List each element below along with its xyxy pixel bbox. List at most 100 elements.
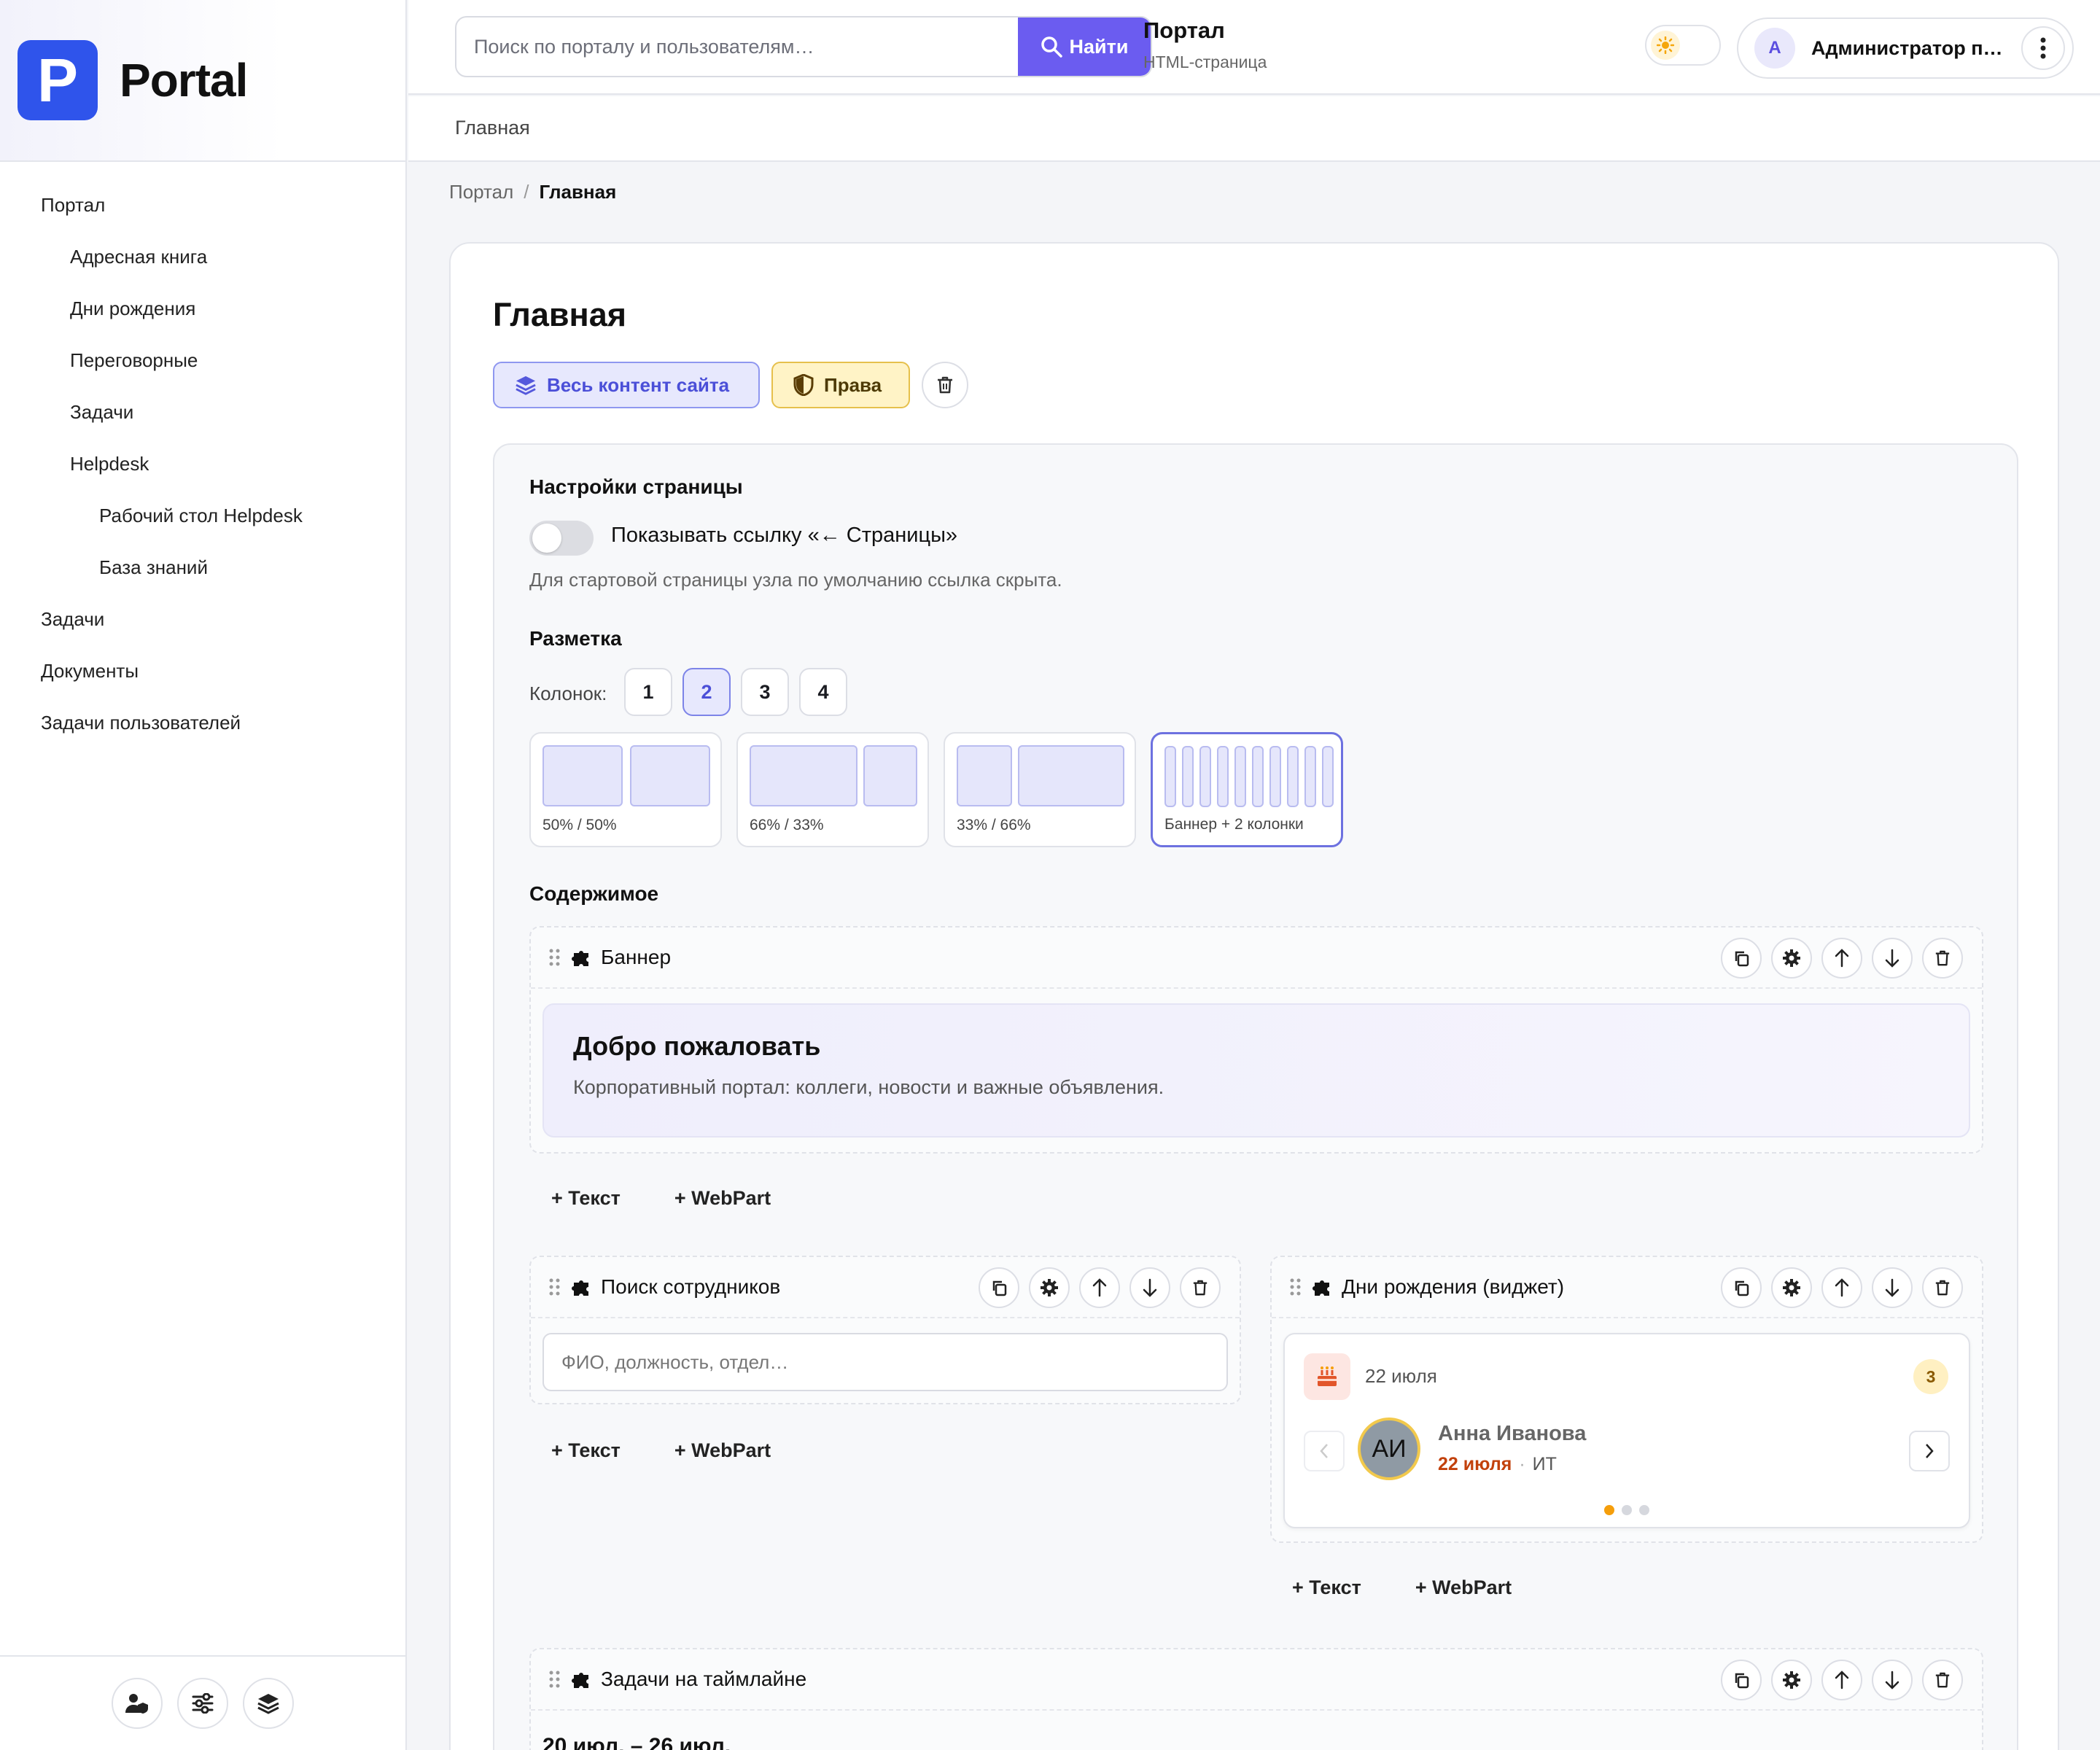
trash-icon (938, 376, 952, 394)
avatar: АИ (1358, 1418, 1420, 1480)
add-webpart-button[interactable]: + WebPart (674, 1187, 771, 1210)
webpart-banner: Баннер Добро пожаловать Корпоративный по… (529, 926, 1983, 1154)
layout-preset-banner-2-columns[interactable]: Баннер + 2 колонки (1151, 732, 1343, 847)
welcome-banner: Добро пожаловать Корпоративный портал: к… (542, 1003, 1970, 1138)
add-text-button[interactable]: + Текст (551, 1187, 621, 1210)
trash-icon[interactable] (1922, 1660, 1963, 1700)
drag-handle-icon[interactable] (1289, 1278, 1302, 1296)
columns-3-button[interactable]: 3 (741, 668, 789, 716)
copy-icon[interactable] (1721, 1660, 1762, 1700)
rights-button[interactable]: Права (771, 362, 910, 408)
tab-home[interactable]: Главная (455, 117, 530, 139)
webpart-employee-search: Поиск сотрудников (529, 1256, 1241, 1404)
arrow-down-icon[interactable] (1129, 1267, 1170, 1308)
gear-icon[interactable] (1771, 1660, 1812, 1700)
logo-text: Portal (120, 54, 248, 106)
arrow-up-icon[interactable] (1079, 1267, 1120, 1308)
employee-search-input[interactable] (542, 1333, 1228, 1391)
sidebar-item-helpdesk[interactable]: Helpdesk (0, 438, 405, 490)
sidebar-item-user-tasks[interactable]: Задачи пользователей (0, 697, 405, 749)
webpart-tools (979, 1267, 1221, 1308)
person-name[interactable]: Анна Иванова (1438, 1422, 1586, 1446)
drag-handle-icon[interactable] (548, 1670, 561, 1689)
sidebar-item-portal-tasks[interactable]: Задачи (0, 386, 405, 438)
user-name: Администратор п… (1811, 36, 2003, 59)
kebab-menu-icon[interactable] (2021, 26, 2065, 70)
user-menu[interactable]: A Администратор п… (1737, 18, 2074, 79)
carousel-dot[interactable] (1639, 1505, 1649, 1515)
carousel-dot[interactable] (1604, 1505, 1614, 1515)
person-birthday: 22 июля (1438, 1454, 1512, 1474)
layout-preset-66-33[interactable]: 66% / 33% (736, 732, 929, 847)
rights-label: Права (824, 373, 882, 396)
drag-handle-icon[interactable] (548, 948, 561, 967)
webpart-title: Поиск сотрудников (601, 1275, 781, 1298)
columns-2-button[interactable]: 2 (682, 668, 731, 716)
sidebar-item-tasks[interactable]: Задачи (0, 594, 405, 645)
all-content-button[interactable]: Весь контент сайта (493, 362, 760, 408)
arrow-up-icon[interactable] (1821, 1267, 1862, 1308)
trash-icon[interactable] (1922, 1267, 1963, 1308)
layout-preset-33-66[interactable]: 33% / 66% (944, 732, 1136, 847)
layout-preset-label: 50% / 50% (542, 817, 617, 833)
search-input[interactable] (456, 18, 1018, 76)
sidebar-nav: Портал Адресная книга Дни рождения Перег… (0, 162, 405, 749)
breadcrumb-root[interactable]: Портал (449, 181, 513, 203)
sidebar-item-birthdays[interactable]: Дни рождения (0, 283, 405, 335)
sliders-icon[interactable] (177, 1678, 228, 1729)
add-webpart-button[interactable]: + WebPart (1415, 1576, 1512, 1599)
add-text-button[interactable]: + Текст (1292, 1576, 1361, 1599)
add-webpart-button[interactable]: + WebPart (674, 1439, 771, 1462)
add-text-button[interactable]: + Текст (551, 1439, 621, 1462)
search-button[interactable]: Найти (1018, 18, 1151, 76)
arrow-down-icon[interactable] (1872, 1660, 1913, 1700)
sidebar: P Portal Портал Адресная книга Дни рожде… (0, 0, 407, 1750)
webpart-header: Дни рождения (виджет) (1272, 1257, 1982, 1318)
user-shield-icon[interactable] (112, 1678, 163, 1729)
page-settings-title: Настройки страницы (529, 475, 743, 498)
show-pages-link-label: Показывать ссылку «← Страницы» (611, 524, 958, 547)
site-title: Портал (1143, 18, 1225, 43)
drag-handle-icon[interactable] (548, 1278, 561, 1296)
copy-icon[interactable] (1721, 938, 1762, 979)
carousel-dot[interactable] (1622, 1505, 1632, 1515)
logo-mark: P (18, 40, 98, 120)
show-pages-link-toggle[interactable] (529, 521, 594, 556)
content-title: Содержимое (529, 882, 659, 905)
delete-page-button[interactable] (922, 362, 968, 408)
arrow-up-icon[interactable] (1821, 1660, 1862, 1700)
theme-toggle[interactable] (1645, 25, 1721, 66)
arrow-down-icon[interactable] (1872, 1267, 1913, 1308)
gear-icon[interactable] (1029, 1267, 1070, 1308)
columns-label: Колонок: (529, 682, 607, 704)
columns-4-button[interactable]: 4 (799, 668, 847, 716)
sidebar-item-meeting-rooms[interactable]: Переговорные (0, 335, 405, 386)
gear-icon[interactable] (1771, 938, 1812, 979)
gear-icon[interactable] (1771, 1267, 1812, 1308)
sidebar-item-address-book[interactable]: Адресная книга (0, 231, 405, 283)
copy-icon[interactable] (979, 1267, 1019, 1308)
copy-icon[interactable] (1721, 1267, 1762, 1308)
layout-preset-50-50[interactable]: 50% / 50% (529, 732, 722, 847)
sidebar-item-documents[interactable]: Документы (0, 645, 405, 697)
trash-icon[interactable] (1180, 1267, 1221, 1308)
puzzle-icon (572, 1673, 588, 1688)
sidebar-item-knowledge-base[interactable]: База знаний (0, 542, 405, 594)
chevron-left-icon[interactable] (1304, 1431, 1345, 1471)
chevron-right-icon[interactable] (1909, 1431, 1950, 1471)
avatar: A (1754, 28, 1795, 69)
columns-1-button[interactable]: 1 (624, 668, 672, 716)
layout-column-preview (1269, 746, 1281, 807)
sidebar-item-portal[interactable]: Портал (0, 179, 405, 231)
shield-icon (793, 374, 814, 396)
layers-icon[interactable] (243, 1678, 294, 1729)
sidebar-item-helpdesk-desk[interactable]: Рабочий стол Helpdesk (0, 490, 405, 542)
layout-preset-label: Баннер + 2 колонки (1164, 816, 1304, 833)
top-bar: Найти Портал HTML-страница A Администрат… (408, 0, 2100, 95)
arrow-up-icon[interactable] (1821, 938, 1862, 979)
logo[interactable]: P Portal (0, 0, 405, 162)
banner-text: Корпоративный портал: коллеги, новости и… (573, 1076, 1164, 1098)
arrow-down-icon[interactable] (1872, 938, 1913, 979)
trash-icon[interactable] (1922, 938, 1963, 979)
webpart-title: Дни рождения (виджет) (1342, 1275, 1565, 1298)
